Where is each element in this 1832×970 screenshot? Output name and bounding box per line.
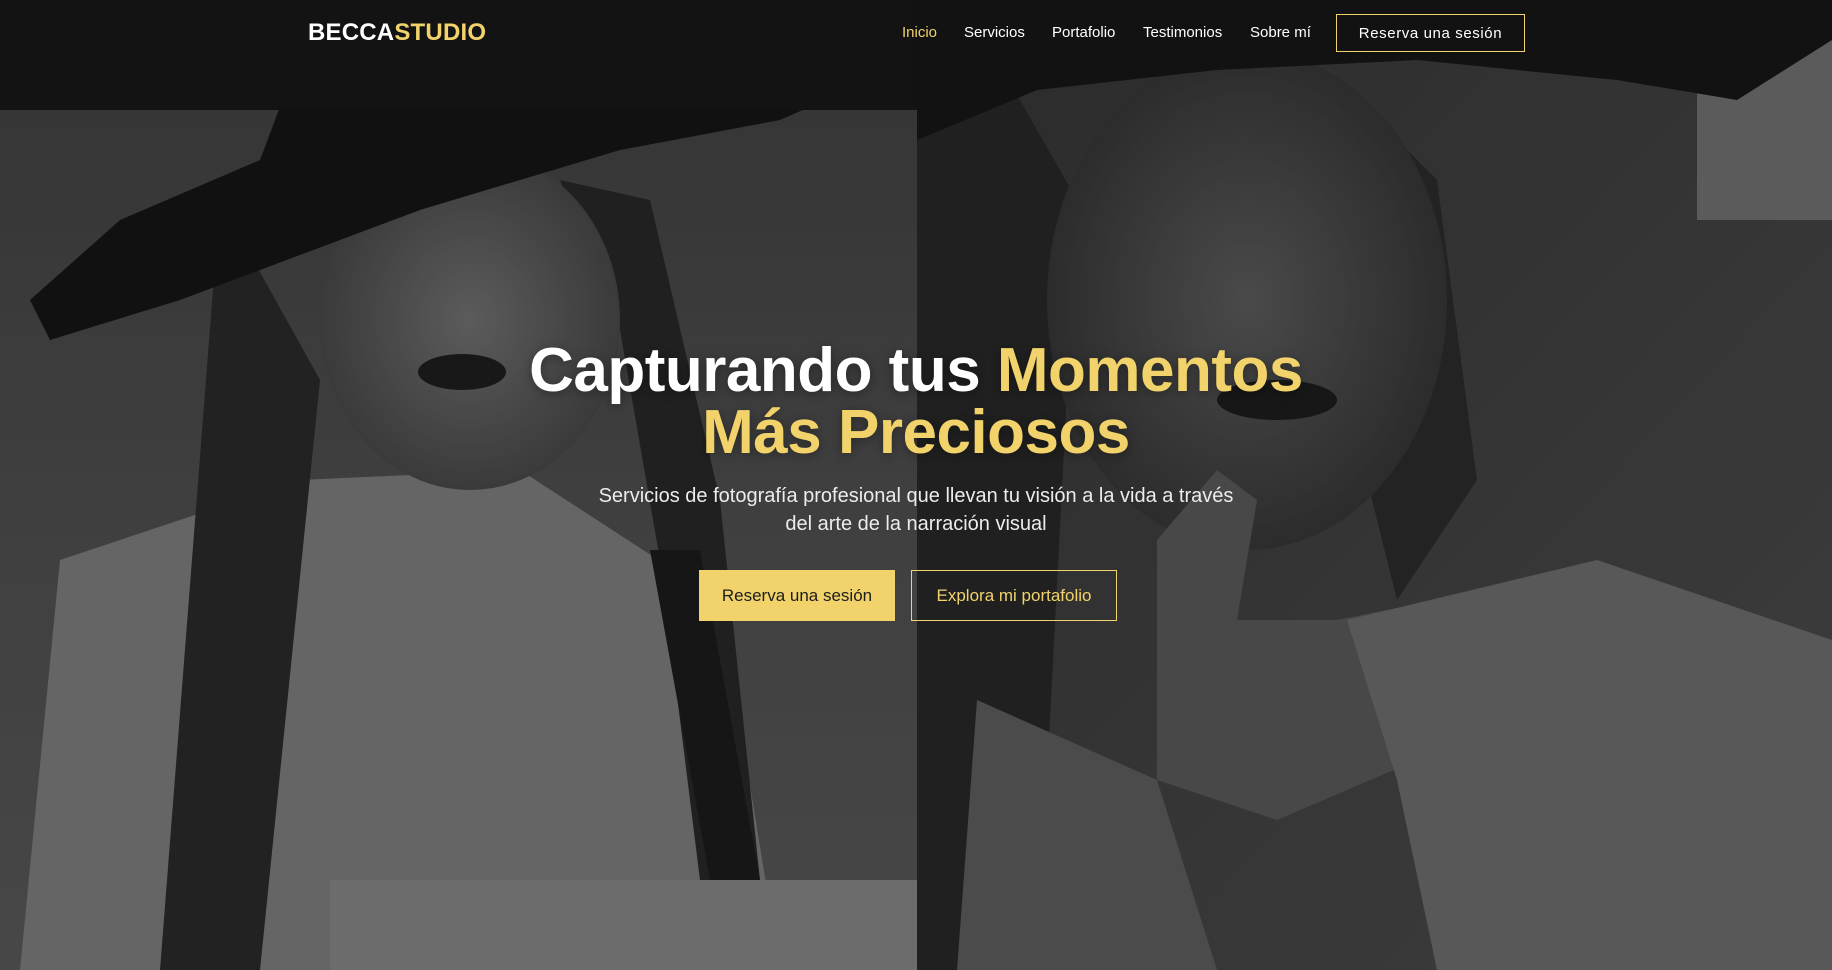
nav-book-session-button[interactable]: Reserva una sesión [1336,14,1525,52]
hero-book-session-button[interactable]: Reserva una sesión [699,570,895,621]
hero-headline-accent-line1: Momentos [996,336,1304,405]
hero-section: BECCASTUDIO Inicio Servicios Portafolio … [0,0,1832,970]
top-navbar: BECCASTUDIO Inicio Servicios Portafolio … [0,0,1832,66]
hero-headline-plain: Capturando tus [529,336,997,405]
hero-cta-row: Reserva una sesión Explora mi portafolio [0,570,1832,621]
hero-explore-portfolio-button[interactable]: Explora mi portafolio [911,570,1117,621]
hero-headline: Capturando tus Momentos Más Preciosos [0,340,1832,464]
main-nav: Inicio Servicios Portafolio Testimonios … [0,14,1832,52]
hero-content: Capturando tus Momentos Más Preciosos Se… [0,340,1832,621]
nav-link-servicios[interactable]: Servicios [964,23,1025,43]
nav-link-inicio[interactable]: Inicio [902,23,937,43]
nav-link-sobre-mi[interactable]: Sobre mí [1250,23,1311,43]
nav-link-testimonios[interactable]: Testimonios [1143,23,1222,43]
nav-link-portafolio[interactable]: Portafolio [1052,23,1115,43]
hero-headline-accent-line2: Más Preciosos [702,398,1130,467]
hero-subtitle: Servicios de fotografía profesional que … [598,485,1234,535]
